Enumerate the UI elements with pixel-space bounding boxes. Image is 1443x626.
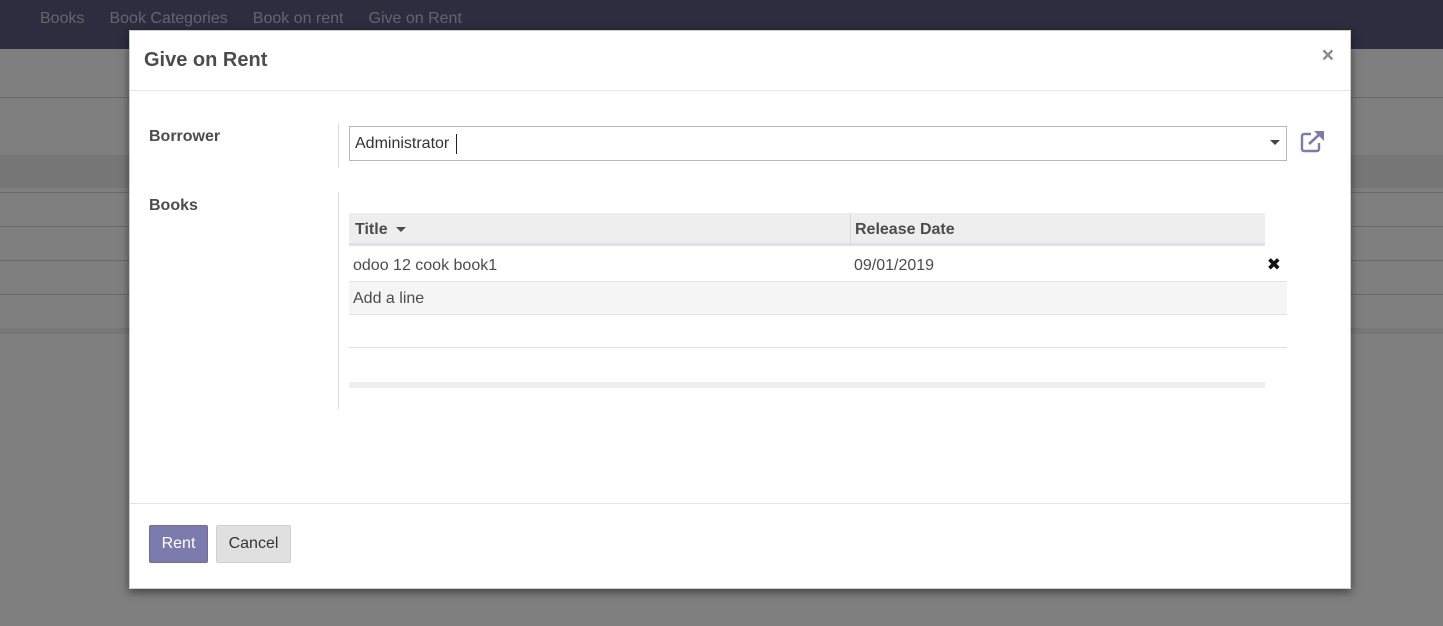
table-header: Title Release Date — [349, 213, 1265, 246]
close-icon[interactable]: × — [1322, 45, 1334, 66]
empty-row — [349, 348, 1287, 381]
delete-row-icon[interactable]: ✖ — [1267, 255, 1281, 275]
borrower-label: Borrower — [149, 128, 221, 145]
field-separator — [338, 192, 339, 409]
field-separator — [338, 123, 339, 168]
column-title-label: Title — [355, 221, 388, 238]
text-cursor — [456, 134, 457, 154]
dialog-footer: Rent Cancel — [130, 503, 1350, 589]
caret-down-icon — [395, 227, 406, 233]
dialog-title: Give on Rent — [144, 49, 268, 71]
borrower-value: Administrator — [355, 135, 450, 152]
column-header-release-date[interactable]: Release Date — [855, 221, 955, 239]
give-on-rent-dialog: Give on Rent × Borrower Administrator Bo… — [129, 30, 1351, 589]
add-line-row: Add a line — [349, 282, 1287, 315]
cell-release-date: 09/01/2019 — [854, 257, 935, 274]
books-label: Books — [149, 197, 198, 214]
column-header-title[interactable]: Title — [355, 221, 406, 239]
caret-down-icon[interactable] — [1270, 140, 1280, 145]
rent-button[interactable]: Rent — [149, 525, 208, 563]
cancel-button[interactable]: Cancel — [216, 525, 291, 563]
dialog-header: Give on Rent × — [130, 31, 1350, 91]
table-footer — [349, 382, 1265, 388]
empty-row — [349, 315, 1287, 348]
table-row[interactable]: odoo 12 cook book1 09/01/2019 ✖ — [349, 249, 1287, 282]
add-a-line-link[interactable]: Add a line — [353, 290, 424, 308]
column-divider — [850, 213, 851, 246]
cell-title: odoo 12 cook book1 — [353, 257, 498, 274]
external-link-icon[interactable] — [1300, 129, 1326, 158]
borrower-input[interactable]: Administrator — [349, 126, 1287, 161]
